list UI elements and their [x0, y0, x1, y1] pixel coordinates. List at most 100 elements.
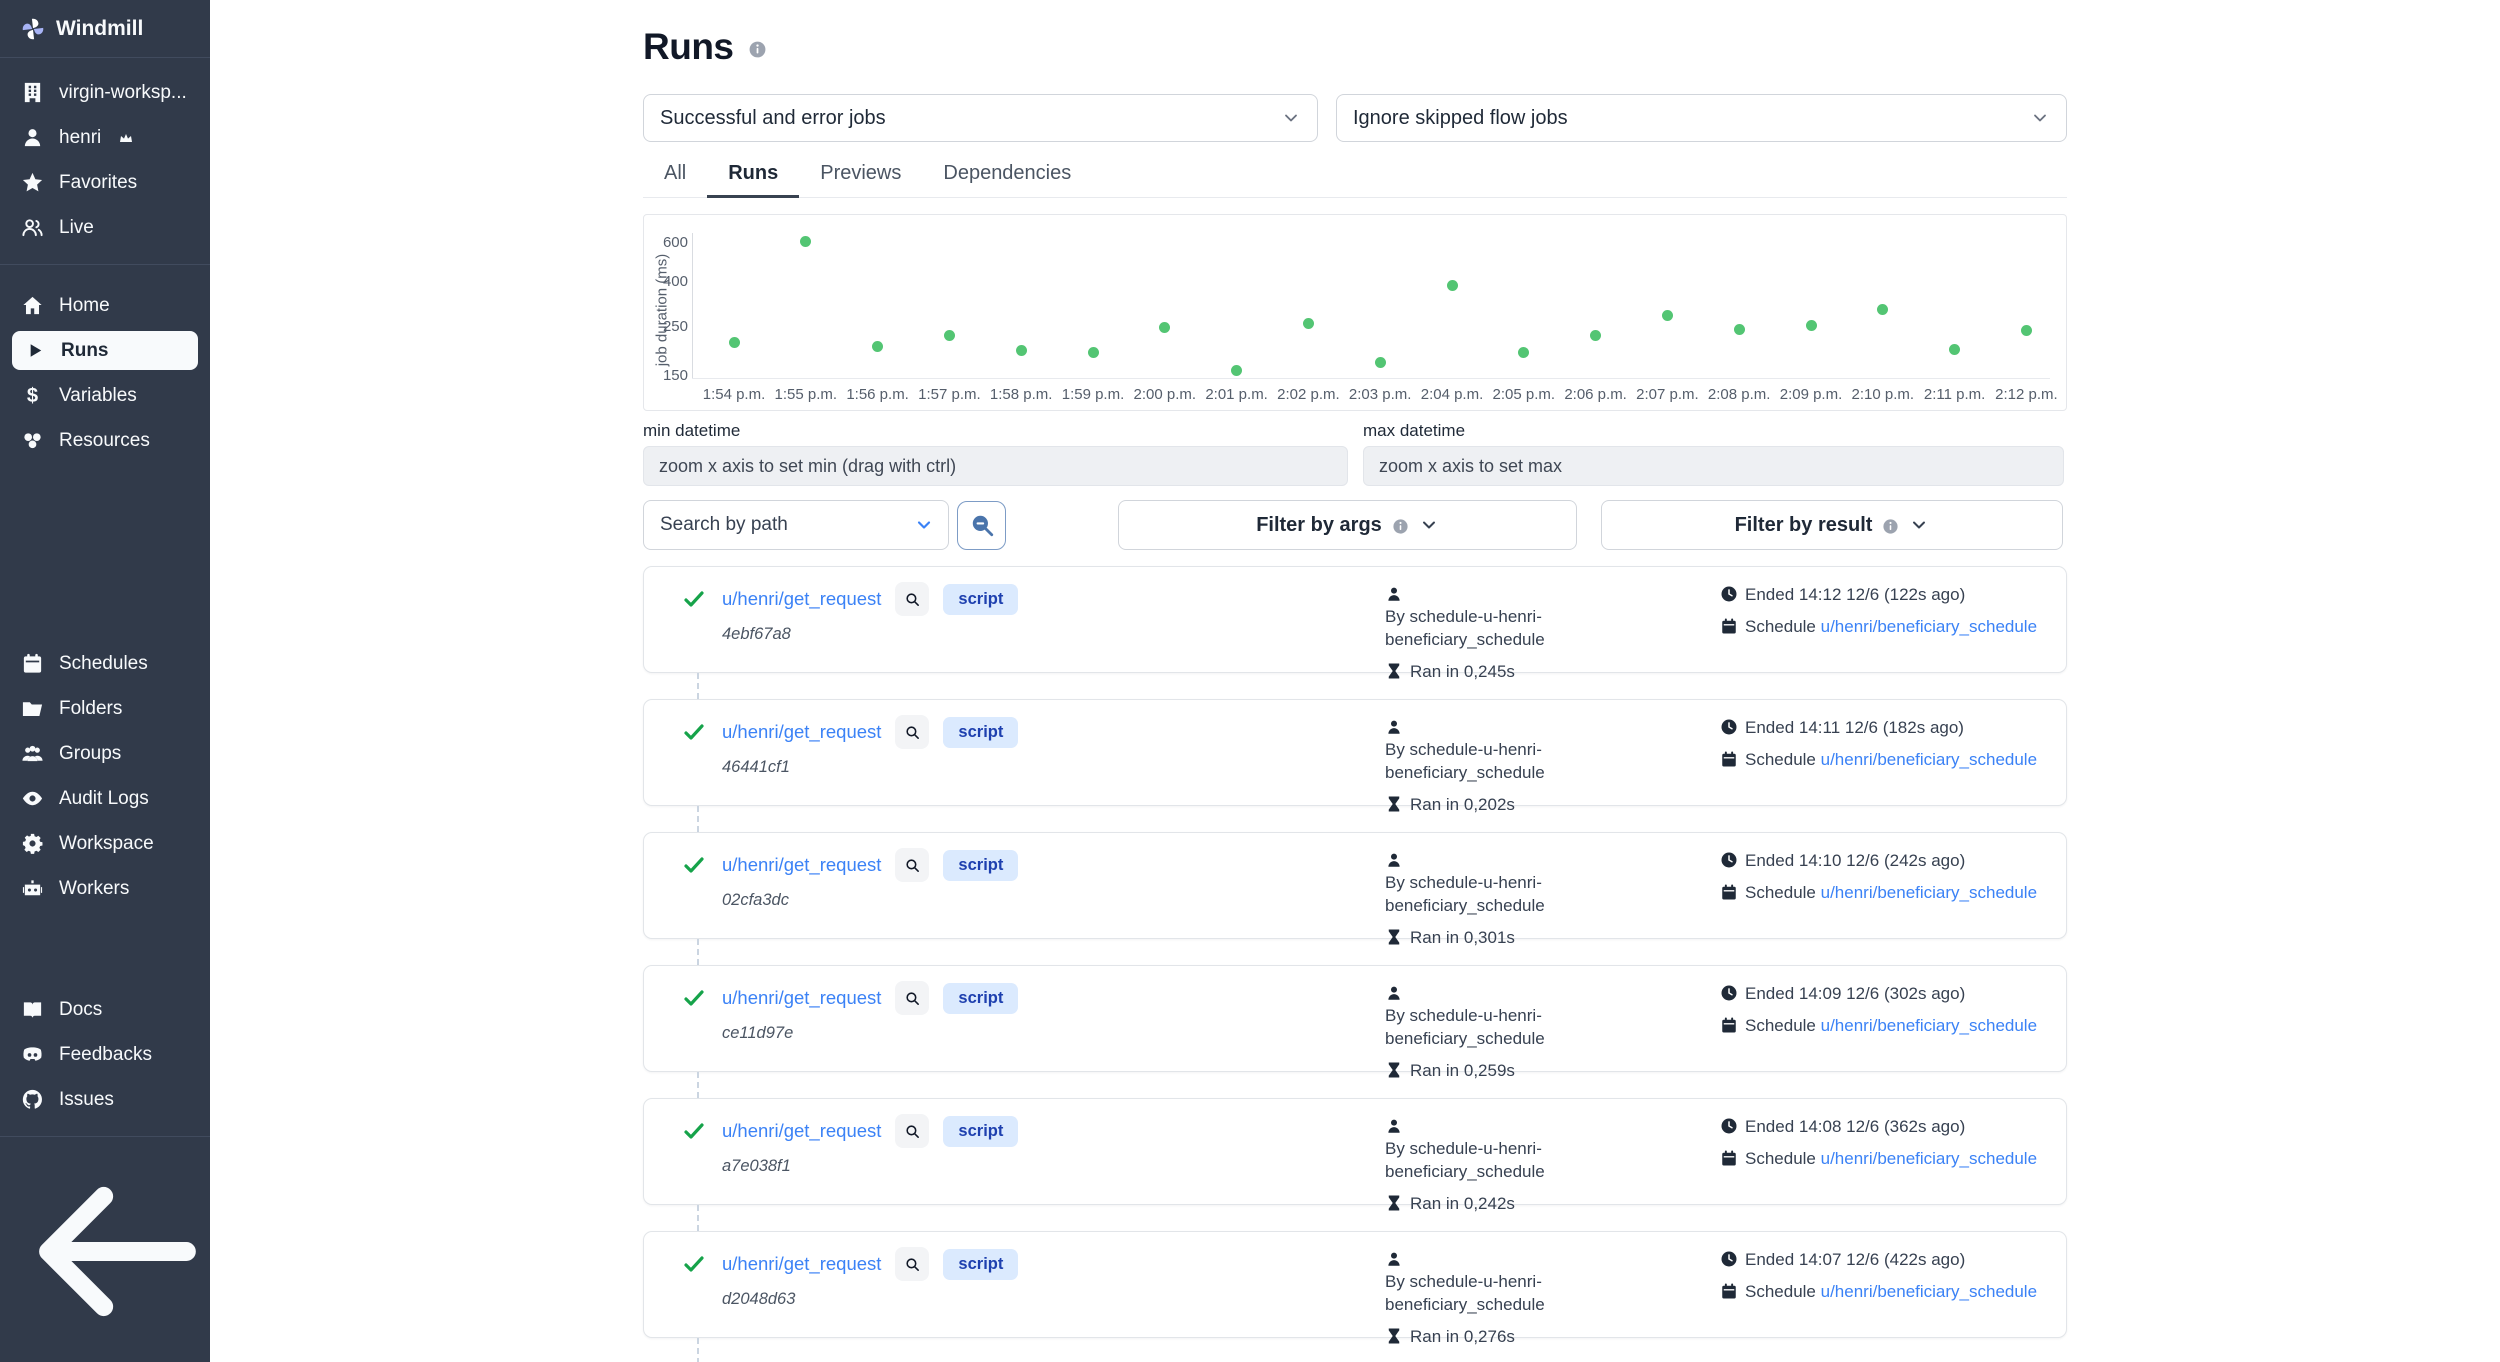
run-path-link[interactable]: u/henri/get_request — [722, 987, 881, 1009]
sidebar-item-resources[interactable]: Resources — [0, 418, 210, 463]
sidebar-item-label: Folders — [59, 698, 122, 720]
run-row[interactable]: u/henri/get_request script 4ebf67a8 By s… — [643, 566, 2067, 673]
info-icon[interactable] — [748, 40, 767, 59]
sidebar-item-favorites[interactable]: Favorites — [0, 160, 210, 205]
tab-previews[interactable]: Previews — [799, 154, 922, 197]
chart-x-tick: 2:11 p.m. — [1924, 386, 1985, 403]
sidebar-item-audit-logs[interactable]: Audit Logs — [0, 776, 210, 821]
run-ended-text: Ended 14:09 12/6 (302s ago) — [1745, 984, 1965, 1003]
run-duration-text: Ran in 0,301s — [1410, 928, 1515, 947]
run-duration-text: Ran in 0,202s — [1410, 795, 1515, 814]
script-badge: script — [943, 717, 1018, 748]
schedule-path-link[interactable]: u/henri/beneficiary_schedule — [1821, 1282, 2037, 1301]
min-datetime-input[interactable] — [643, 446, 1348, 486]
sidebar-divider — [0, 1136, 210, 1137]
chart-data-point — [1159, 322, 1170, 333]
chart-data-point — [800, 236, 811, 247]
sidebar-item-virgin-worksp[interactable]: virgin-worksp... — [0, 70, 210, 115]
success-check-icon — [682, 720, 706, 744]
sidebar-item-runs[interactable]: Runs — [12, 331, 198, 370]
clock-icon — [1720, 851, 1738, 869]
schedule-path-link[interactable]: u/henri/beneficiary_schedule — [1821, 1149, 2037, 1168]
run-row[interactable]: u/henri/get_request script d2048d63 By s… — [643, 1231, 2067, 1338]
sidebar-item-label: Groups — [59, 743, 121, 765]
run-path-link[interactable]: u/henri/get_request — [722, 721, 881, 743]
chart-x-tick: 2:08 p.m. — [1708, 386, 1771, 403]
triggered-by-text: By schedule-u-henri-beneficiary_schedule — [1385, 739, 1697, 784]
sidebar-item-home[interactable]: Home — [0, 283, 210, 328]
max-datetime-input[interactable] — [1363, 446, 2064, 486]
clock-icon — [1720, 1250, 1738, 1268]
run-kind-tabs: All Runs Previews Dependencies — [643, 154, 2067, 198]
inspect-run-button[interactable] — [895, 582, 929, 616]
sidebar-item-groups[interactable]: Groups — [0, 731, 210, 776]
run-duration-text: Ran in 0,276s — [1410, 1327, 1515, 1346]
sidebar-item-henri[interactable]: henri — [0, 115, 210, 160]
sidebar-item-docs[interactable]: Docs — [0, 987, 210, 1032]
inspect-run-button[interactable] — [895, 981, 929, 1015]
chart-data-point — [1231, 365, 1242, 376]
search-by-path-select[interactable]: Search by path — [643, 500, 949, 550]
job-status-select[interactable]: Successful and error jobs — [643, 94, 1318, 142]
collapse-sidebar-button[interactable] — [0, 1143, 210, 1362]
sidebar-item-folders[interactable]: Folders — [0, 686, 210, 731]
sidebar-item-live[interactable]: Live — [0, 205, 210, 250]
filter-by-args-button[interactable]: Filter by args — [1118, 500, 1577, 550]
triggered-by-text: By schedule-u-henri-beneficiary_schedule — [1385, 1005, 1697, 1050]
run-row[interactable]: u/henri/get_request script a7e038f1 By s… — [643, 1098, 2067, 1205]
hourglass-icon — [1385, 662, 1403, 680]
schedule-path-link[interactable]: u/henri/beneficiary_schedule — [1821, 750, 2037, 769]
run-row[interactable]: u/henri/get_request script 46441cf1 By s… — [643, 699, 2067, 806]
schedule-path-link[interactable]: u/henri/beneficiary_schedule — [1821, 617, 2037, 636]
chart-y-tick: 400 — [644, 273, 688, 290]
max-datetime-label: max datetime — [1363, 421, 2064, 441]
tab-all[interactable]: All — [643, 154, 707, 197]
building-icon — [21, 81, 44, 104]
inspect-run-button[interactable] — [895, 1247, 929, 1281]
chart-data-point — [1877, 304, 1888, 315]
sidebar-item-label: Favorites — [59, 172, 137, 194]
sidebar-item-schedules[interactable]: Schedules — [0, 641, 210, 686]
sidebar-item-workspace[interactable]: Workspace — [0, 821, 210, 866]
run-id: 46441cf1 — [722, 758, 1385, 777]
skipped-jobs-select[interactable]: Ignore skipped flow jobs — [1336, 94, 2067, 142]
tab-dependencies[interactable]: Dependencies — [922, 154, 1092, 197]
app-logo[interactable]: Windmill — [0, 0, 210, 58]
success-check-icon — [682, 853, 706, 877]
run-row[interactable]: u/henri/get_request script 02cfa3dc By s… — [643, 832, 2067, 939]
inspect-run-button[interactable] — [895, 715, 929, 749]
user-icon — [21, 126, 44, 149]
sidebar-item-issues[interactable]: Issues — [0, 1077, 210, 1122]
job-duration-chart[interactable]: job duration (ms) 6004002501501:54 p.m.1… — [643, 214, 2067, 411]
run-path-link[interactable]: u/henri/get_request — [722, 588, 881, 610]
chart-data-point — [1447, 280, 1458, 291]
inspect-run-button[interactable] — [895, 1114, 929, 1148]
calendar-icon — [1720, 617, 1738, 635]
sidebar: Windmill virgin-worksp...henri Favorites L… — [0, 0, 210, 1362]
chevron-down-icon — [2030, 108, 2050, 128]
zoom-out-button[interactable] — [957, 501, 1006, 550]
run-path-link[interactable]: u/henri/get_request — [722, 1253, 881, 1275]
sidebar-item-variables[interactable]: $Variables — [0, 373, 210, 418]
run-path-link[interactable]: u/henri/get_request — [722, 854, 881, 876]
filter-by-result-button[interactable]: Filter by result — [1601, 500, 2063, 550]
github-icon — [21, 1088, 44, 1111]
script-badge: script — [943, 850, 1018, 881]
windmill-logo-icon — [20, 16, 46, 42]
run-path-link[interactable]: u/henri/get_request — [722, 1120, 881, 1142]
schedule-path-link[interactable]: u/henri/beneficiary_schedule — [1821, 1016, 2037, 1035]
run-duration-text: Ran in 0,242s — [1410, 1194, 1515, 1213]
schedule-path-link[interactable]: u/henri/beneficiary_schedule — [1821, 883, 2037, 902]
run-row[interactable]: u/henri/get_request script ce11d97e By s… — [643, 965, 2067, 1072]
min-datetime-label: min datetime — [643, 421, 1348, 441]
inspect-run-button[interactable] — [895, 848, 929, 882]
success-check-icon — [682, 587, 706, 611]
tab-runs[interactable]: Runs — [707, 154, 799, 198]
sidebar-item-label: Docs — [59, 999, 102, 1021]
sidebar-item-label: Workers — [59, 878, 129, 900]
sidebar-item-workers[interactable]: Workers — [0, 866, 210, 911]
chart-x-tick: 2:05 p.m. — [1493, 386, 1556, 403]
sidebar-item-feedbacks[interactable]: Feedbacks — [0, 1032, 210, 1077]
chart-data-point — [872, 341, 883, 352]
home-icon — [21, 294, 44, 317]
